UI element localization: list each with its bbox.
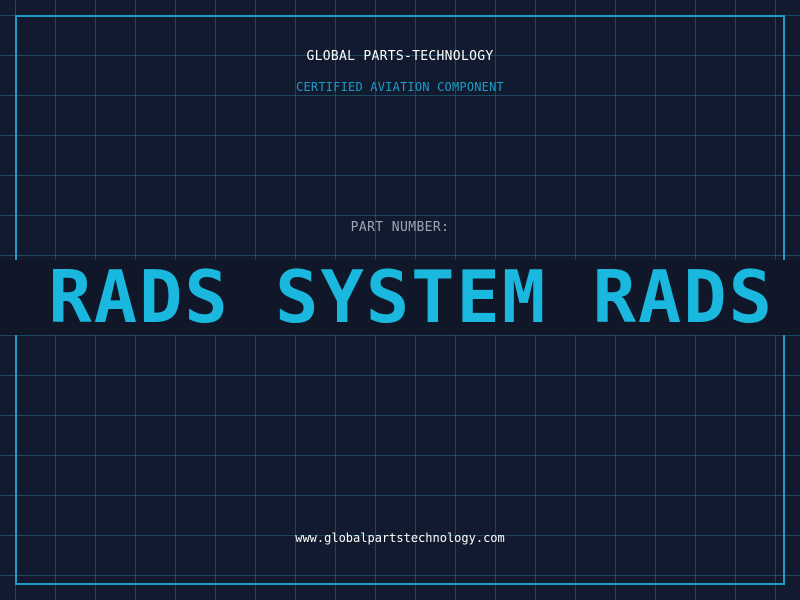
company-name: GLOBAL PARTS-TECHNOLOGY	[306, 49, 494, 64]
part-number-band: NCH RADS SYSTEM RADS	[0, 260, 800, 335]
part-number-label: PART NUMBER:	[350, 220, 450, 235]
website-url[interactable]: www.globalpartstechnology.com	[0, 531, 800, 545]
part-number-marquee: NCH RADS SYSTEM RADS	[0, 260, 774, 335]
certificate-screen: GLOBAL PARTS-TECHNOLOGY CERTIFIED AVIATI…	[0, 0, 800, 600]
certification-subtitle: CERTIFIED AVIATION COMPONENT	[296, 80, 504, 94]
